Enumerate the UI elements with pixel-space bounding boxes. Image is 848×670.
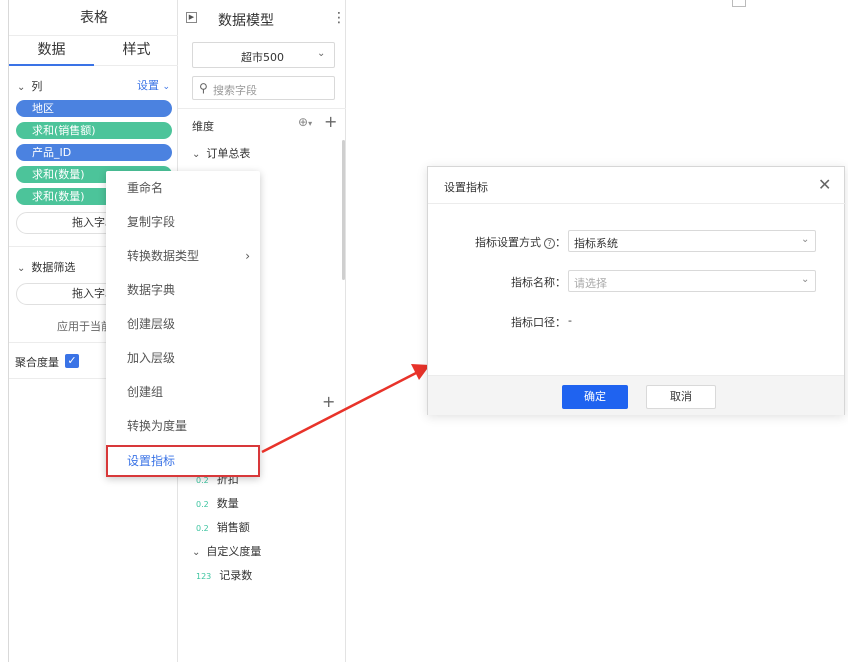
indicator-name-select[interactable]: 请选择 ⌄	[568, 270, 816, 292]
set-indicator-dialog: 设置指标 ✕ 指标设置方式?： 指标系统 ⌄ 指标名称： 请选择 ⌄ 指标口径：…	[427, 166, 846, 415]
mode-label-text: 指标设置方式	[475, 236, 541, 249]
indicator-caliber-value: -	[568, 314, 572, 327]
indicator-name-label: 指标名称：	[511, 276, 566, 289]
help-icon[interactable]: ?	[544, 238, 555, 249]
indicator-caliber-label: 指标口径：	[511, 316, 566, 329]
cancel-button[interactable]: 取消	[646, 385, 716, 409]
indicator-name-placeholder: 请选择	[574, 277, 607, 290]
arrow-shaft	[261, 370, 419, 454]
close-icon[interactable]: ✕	[818, 175, 831, 194]
dialog-title: 设置指标	[444, 181, 488, 194]
mode-label: 指标设置方式?：	[475, 236, 566, 249]
chevron-down-icon: ⌄	[801, 234, 810, 245]
divider	[428, 203, 846, 204]
mode-value: 指标系统	[574, 237, 618, 250]
dialog-footer: 确定 取消	[428, 375, 844, 415]
mode-select[interactable]: 指标系统 ⌄	[568, 230, 816, 252]
confirm-button[interactable]: 确定	[562, 385, 628, 409]
chevron-down-icon: ⌄	[801, 274, 810, 285]
